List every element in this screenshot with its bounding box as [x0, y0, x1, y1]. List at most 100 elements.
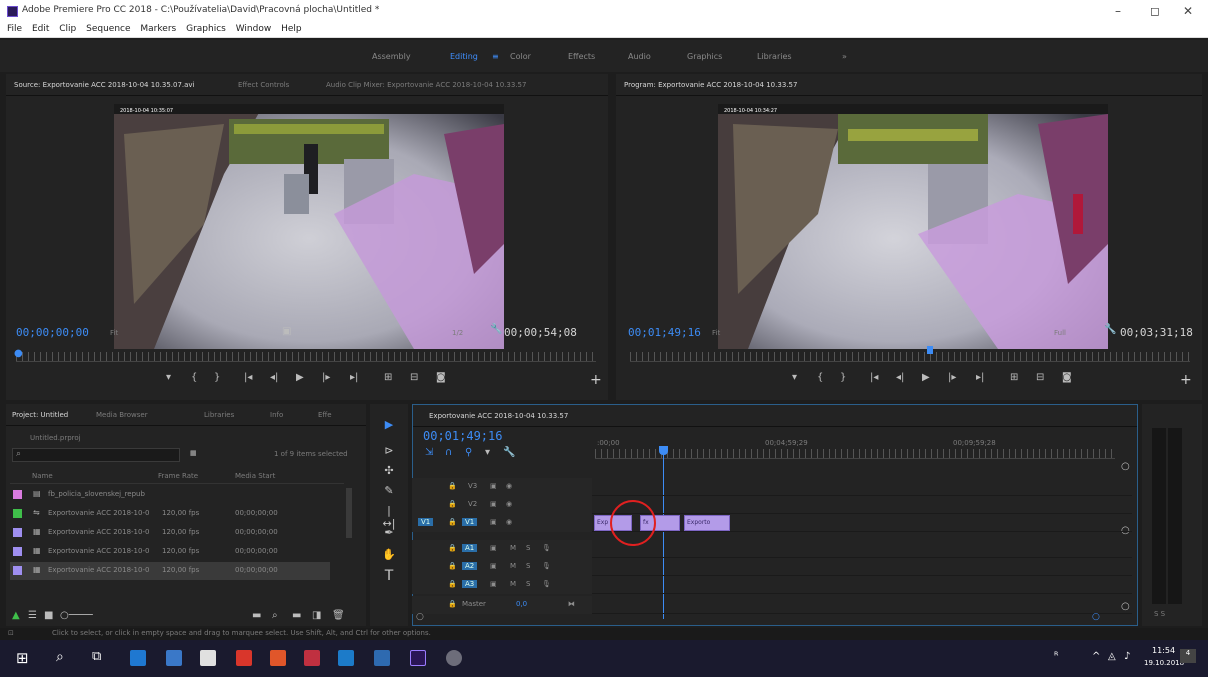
lock-icon[interactable]: 🔒	[448, 544, 457, 552]
program-resolution-dropdown[interactable]: Full	[1054, 329, 1066, 337]
premiere-pro-taskbar-icon[interactable]	[410, 650, 426, 666]
program-playhead[interactable]	[926, 346, 933, 354]
workspace-graphics[interactable]: Graphics	[687, 52, 722, 61]
menu-clip[interactable]: Clip	[59, 24, 76, 34]
column-media-start[interactable]: Media Start	[235, 472, 275, 480]
nest-toggle-icon[interactable]: ⇲	[425, 447, 433, 458]
mute-icon[interactable]: M	[510, 562, 516, 570]
export-frame-icon-2[interactable]: ◙	[1062, 372, 1072, 383]
tab-media-browser[interactable]: Media Browser	[96, 411, 148, 419]
tab-source[interactable]: Source: Exportovanie ACC 2018-10-04 10.3…	[14, 81, 195, 89]
step-back-icon[interactable]: ◂|	[270, 372, 278, 383]
marker-icon[interactable]: ▾	[166, 372, 171, 383]
workspace-menu-icon[interactable]: ≡	[492, 52, 499, 61]
lock-icon[interactable]: 🔒	[448, 580, 457, 588]
list-view-icon[interactable]: ☰	[28, 610, 37, 621]
play-icon[interactable]: ▶	[296, 372, 304, 383]
project-scrollbar[interactable]	[346, 488, 352, 538]
label-color-swatch[interactable]	[13, 490, 22, 499]
tab-audio-clip-mixer[interactable]: Audio Clip Mixer: Exportovanie ACC 2018-…	[326, 81, 526, 89]
timeline-scroll-circle[interactable]: ○	[1121, 461, 1130, 472]
tab-effect-controls[interactable]: Effect Controls	[238, 81, 289, 89]
source-time-ruler[interactable]	[16, 352, 596, 362]
menu-graphics[interactable]: Graphics	[186, 24, 226, 34]
source-fit-dropdown[interactable]: Fit	[110, 329, 118, 337]
master-volume[interactable]: 0,0	[516, 600, 527, 608]
menu-file[interactable]: File	[7, 24, 22, 34]
sync-lock-icon[interactable]: ▣	[490, 482, 497, 490]
photos-icon[interactable]	[374, 650, 390, 666]
workspace-assembly[interactable]: Assembly	[372, 52, 411, 61]
tab-program[interactable]: Program: Exportovanie ACC 2018-10-04 10.…	[624, 81, 797, 89]
lock-icon[interactable]: 🔒	[448, 500, 457, 508]
column-name[interactable]: Name	[32, 472, 53, 480]
project-item[interactable]: ▦ Exportovanie ACC 2018-10-0 120,00 fps 00;…	[10, 524, 330, 542]
scroll-start-handle[interactable]: ○	[416, 612, 424, 622]
tab-effects[interactable]: Effe	[318, 411, 332, 419]
mute-icon[interactable]: M	[510, 580, 516, 588]
tab-libraries[interactable]: Libraries	[204, 411, 234, 419]
eye-icon[interactable]: ◉	[506, 500, 512, 508]
app-icon[interactable]	[446, 650, 462, 666]
timeline-horizontal-scrollbar[interactable]: ○ ○	[416, 612, 1116, 622]
eye-icon[interactable]: ◉	[506, 482, 512, 490]
outlook-icon[interactable]	[338, 650, 354, 666]
menu-edit[interactable]: Edit	[32, 24, 49, 34]
sync-lock-icon[interactable]: ▣	[490, 518, 497, 526]
icon-view-icon[interactable]: ■	[44, 610, 53, 621]
automate-icon[interactable]: ▬	[252, 610, 261, 621]
track-a1-label[interactable]: A1	[462, 544, 478, 552]
new-bin-icon[interactable]: ▦	[190, 449, 197, 457]
edge-icon[interactable]	[130, 650, 146, 666]
scroll-end-handle[interactable]: ○	[1092, 612, 1100, 622]
clock-date[interactable]: 19.10.2018	[1144, 659, 1184, 667]
overwrite-icon[interactable]: ⊟	[410, 372, 418, 383]
workspace-audio[interactable]: Audio	[628, 52, 651, 61]
tray-expand-icon[interactable]: ^	[1092, 651, 1100, 662]
tab-sequence[interactable]: Exportovanie ACC 2018-10-04 10.33.57	[429, 412, 568, 420]
meter-solo-buttons[interactable]: S S	[1154, 610, 1165, 618]
tab-info[interactable]: Info	[270, 411, 283, 419]
workspaces-more-icon[interactable]: »	[842, 52, 847, 61]
marker-icon-2[interactable]: ▾	[792, 372, 797, 383]
source-playhead-icon[interactable]: ●	[14, 348, 23, 359]
microphone-icon[interactable]: 🎙	[542, 580, 551, 588]
hand-tool-icon[interactable]: ✋	[382, 548, 396, 561]
timeline-ruler[interactable]	[595, 449, 1115, 459]
track-select-tool-icon[interactable]: ⊳	[382, 444, 396, 457]
project-search-input[interactable]: ⌕	[12, 448, 180, 462]
program-time-ruler[interactable]	[630, 346, 1190, 362]
new-bin-footer-icon[interactable]: ▬	[292, 610, 301, 621]
menu-sequence[interactable]: Sequence	[86, 24, 130, 34]
workspace-color[interactable]: Color	[510, 52, 531, 61]
search-icon[interactable]: ⌕	[56, 649, 64, 665]
go-to-out-icon[interactable]: ▸|	[350, 372, 358, 383]
tab-project[interactable]: Project: Untitled	[12, 411, 68, 419]
project-item[interactable]: ⇋ Exportovanie ACC 2018-10-0 120,00 fps 00;…	[10, 505, 330, 523]
track-a3-label[interactable]: A3	[462, 580, 478, 588]
add-marker-icon[interactable]: ▾	[485, 447, 490, 458]
mark-in-icon-2[interactable]: {	[817, 372, 823, 383]
solo-icon[interactable]: S	[526, 562, 530, 570]
step-back-icon-2[interactable]: ◂|	[896, 372, 904, 383]
source-resolution-dropdown[interactable]: 1/2	[452, 329, 463, 337]
timeline-playhead-handle[interactable]	[659, 446, 668, 455]
mark-in-icon[interactable]: {	[191, 372, 197, 383]
mark-out-icon-2[interactable]: }	[840, 372, 846, 383]
pocket-icon[interactable]	[304, 650, 320, 666]
windows-start-icon[interactable]: ⊞	[16, 649, 29, 667]
settings-icon[interactable]: ▣	[282, 326, 291, 337]
volume-icon[interactable]: ♪	[1124, 651, 1130, 662]
action-center-icon[interactable]: 4	[1180, 649, 1196, 663]
find-icon[interactable]: ⌕	[272, 610, 278, 621]
project-item[interactable]: ▦ Exportovanie ACC 2018-10-0 120,00 fps 00;…	[10, 562, 330, 580]
program-button-editor-plus[interactable]: +	[1180, 372, 1192, 388]
eye-icon[interactable]: ◉	[506, 518, 512, 526]
people-icon[interactable]: ᴿ	[1054, 651, 1058, 662]
microphone-icon[interactable]: 🎙	[542, 544, 551, 552]
label-color-swatch[interactable]	[13, 509, 22, 518]
track-v1-label[interactable]: V1	[462, 518, 478, 526]
solo-icon[interactable]: S	[526, 580, 530, 588]
type-tool-icon[interactable]: T	[382, 568, 396, 584]
mute-icon[interactable]: M	[510, 544, 516, 552]
